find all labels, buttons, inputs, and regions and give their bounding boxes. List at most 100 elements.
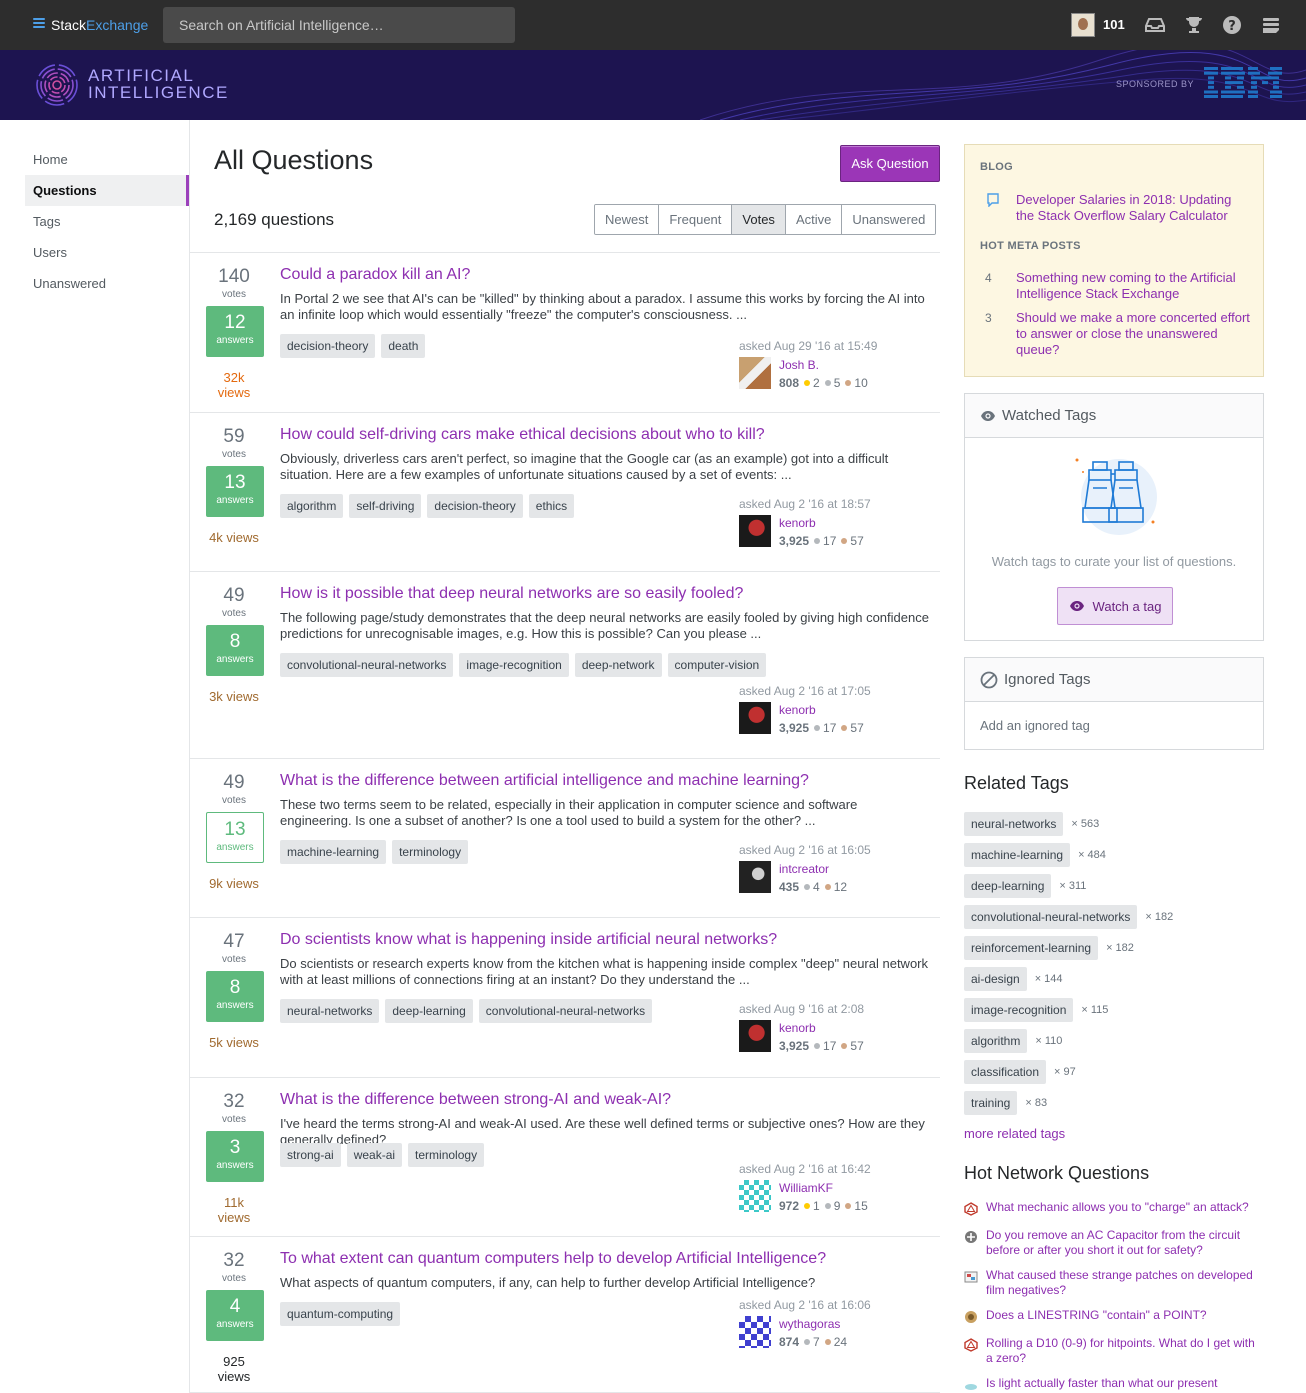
related-tag[interactable]: convolutional-neural-networks [964,905,1138,929]
user-avatar[interactable] [739,702,771,734]
user-name-link[interactable]: kenorb [779,516,816,530]
nav-unanswered[interactable]: Unanswered [25,268,189,299]
question-tag[interactable]: quantum-computing [280,1302,401,1326]
hot-network-question-link[interactable]: What caused these strange patches on dev… [986,1268,1262,1298]
related-tag[interactable]: image-recognition [964,998,1074,1022]
tab-newest[interactable]: Newest [595,205,660,234]
watch-tag-button[interactable]: Watch a tag [1057,587,1173,625]
hot-network-question-link[interactable]: Rolling a D10 (0-9) for hitpoints. What … [986,1336,1262,1366]
search-input[interactable] [163,7,515,43]
question-tag[interactable]: image-recognition [459,653,569,677]
question-tag[interactable]: deep-learning [385,999,473,1023]
question-tag[interactable]: terminology [392,840,469,864]
related-tag[interactable]: neural-networks [964,812,1064,836]
meta-post-link[interactable]: Should we make a more concerted effort t… [1016,310,1250,358]
eye-icon [1069,601,1084,611]
question-title-link[interactable]: Could a paradox kill an AI? [280,266,470,284]
question-title-link[interactable]: How could self-driving cars make ethical… [280,426,765,444]
asked-timestamp[interactable]: asked Aug 2 '16 at 16:42 [739,1162,871,1176]
user-name-link[interactable]: intcreator [779,862,829,876]
question-tag[interactable]: decision-theory [427,494,523,518]
related-tag-count: × 182 [1106,942,1134,954]
hot-network-question-link[interactable]: What mechanic allows you to "charge" an … [986,1200,1262,1216]
user-avatar-top[interactable] [1071,13,1095,37]
question-tag[interactable]: convolutional-neural-networks [280,653,454,677]
question-tag[interactable]: strong-ai [280,1143,341,1167]
question-tag[interactable]: deep-network [574,653,662,677]
asked-timestamp[interactable]: asked Aug 2 '16 at 16:06 [739,1298,871,1312]
question-tag[interactable]: ethics [528,494,575,518]
related-tag[interactable]: reinforcement-learning [964,936,1099,960]
user-avatar[interactable] [739,357,771,389]
question-title-link[interactable]: How is it possible that deep neural netw… [280,585,743,603]
asked-timestamp[interactable]: asked Aug 29 '16 at 15:49 [739,339,877,353]
nav-home[interactable]: Home [25,144,189,175]
question-tag[interactable]: death [381,334,426,358]
blog-link[interactable]: Developer Salaries in 2018: Updating the… [1016,192,1250,224]
site-switcher-icon[interactable] [1261,15,1281,35]
user-avatar[interactable] [739,1180,771,1212]
related-tag[interactable]: machine-learning [964,843,1071,867]
hot-network-item[interactable]: What caused these strange patches on dev… [964,1268,1264,1298]
help-icon[interactable]: ? [1222,15,1242,35]
user-name-link[interactable]: wythagoras [779,1317,840,1331]
add-ignored-tag-link[interactable]: Add an ignored tag [980,718,1090,733]
tab-votes[interactable]: Votes [732,205,786,234]
hot-network-question-link[interactable]: Does a LINESTRING "contain" a POINT? [986,1308,1262,1324]
related-tag[interactable]: training [964,1091,1018,1115]
site-title[interactable]: ARTIFICIAL INTELLIGENCE [88,67,229,101]
user-avatar[interactable] [739,861,771,893]
inbox-icon[interactable] [1145,15,1165,35]
user-name-link[interactable]: WilliamKF [779,1181,833,1195]
question-tag[interactable]: self-driving [349,494,422,518]
hot-network-item[interactable]: What mechanic allows you to "charge" an … [964,1200,1264,1216]
related-tag[interactable]: deep-learning [964,874,1052,898]
nav-tags[interactable]: Tags [25,206,189,237]
user-avatar[interactable] [739,1316,771,1348]
bronze-badge-count: 10 [854,376,868,390]
achievements-icon[interactable] [1184,15,1204,35]
question-tag[interactable]: machine-learning [280,840,387,864]
more-related-tags-link[interactable]: more related tags [964,1126,1065,1141]
question-tag[interactable]: neural-networks [280,999,380,1023]
user-name-link[interactable]: kenorb [779,703,816,717]
related-tag[interactable]: algorithm [964,1029,1028,1053]
user-avatar[interactable] [739,1020,771,1052]
asked-timestamp[interactable]: asked Aug 2 '16 at 16:05 [739,843,871,857]
reputation-count[interactable]: 101 [1103,17,1125,32]
hot-network-item[interactable]: Rolling a D10 (0-9) for hitpoints. What … [964,1336,1264,1366]
meta-post-link[interactable]: Something new coming to the Artificial I… [1016,270,1250,302]
question-tag[interactable]: decision-theory [280,334,376,358]
question-tag[interactable]: terminology [408,1143,485,1167]
related-tag[interactable]: ai-design [964,967,1027,991]
question-tag[interactable]: algorithm [280,494,344,518]
question-title-link[interactable]: What is the difference between strong-AI… [280,1091,671,1109]
hot-network-item[interactable]: Do you remove an AC Capacitor from the c… [964,1228,1264,1258]
nav-questions[interactable]: Questions [25,175,189,206]
question-title-link[interactable]: To what extent can quantum computers hel… [280,1250,826,1268]
question-tag[interactable]: weak-ai [346,1143,403,1167]
user-avatar[interactable] [739,515,771,547]
question-title-link[interactable]: What is the difference between artificia… [280,772,809,790]
stackexchange-logo[interactable]: Stack Exchange [33,17,148,33]
question-title-link[interactable]: Do scientists know what is happening ins… [280,931,777,949]
tab-frequent[interactable]: Frequent [659,205,733,234]
asked-timestamp[interactable]: asked Aug 9 '16 at 2:08 [739,1002,864,1016]
user-name-link[interactable]: kenorb [779,1021,816,1035]
hot-network-item[interactable]: Is light actually faster than what our p… [964,1376,1264,1392]
asked-timestamp[interactable]: asked Aug 2 '16 at 17:05 [739,684,871,698]
related-tag[interactable]: classification [964,1060,1047,1084]
hot-network-question-link[interactable]: Do you remove an AC Capacitor from the c… [986,1228,1262,1258]
question-tag[interactable]: computer-vision [667,653,767,677]
user-name-link[interactable]: Josh B. [779,358,819,372]
tab-unanswered[interactable]: Unanswered [842,205,936,234]
tab-active[interactable]: Active [785,205,843,234]
hot-network-question-link[interactable]: Is light actually faster than what our p… [986,1376,1262,1392]
ibm-logo-icon[interactable] [1204,67,1282,98]
nav-users[interactable]: Users [25,237,189,268]
asked-timestamp[interactable]: asked Aug 2 '16 at 18:57 [739,497,871,511]
hot-network-item[interactable]: Does a LINESTRING "contain" a POINT? [964,1308,1264,1324]
ask-question-button[interactable]: Ask Question [840,145,940,182]
question-tag[interactable]: convolutional-neural-networks [478,999,653,1023]
vote-label: votes [222,449,246,460]
